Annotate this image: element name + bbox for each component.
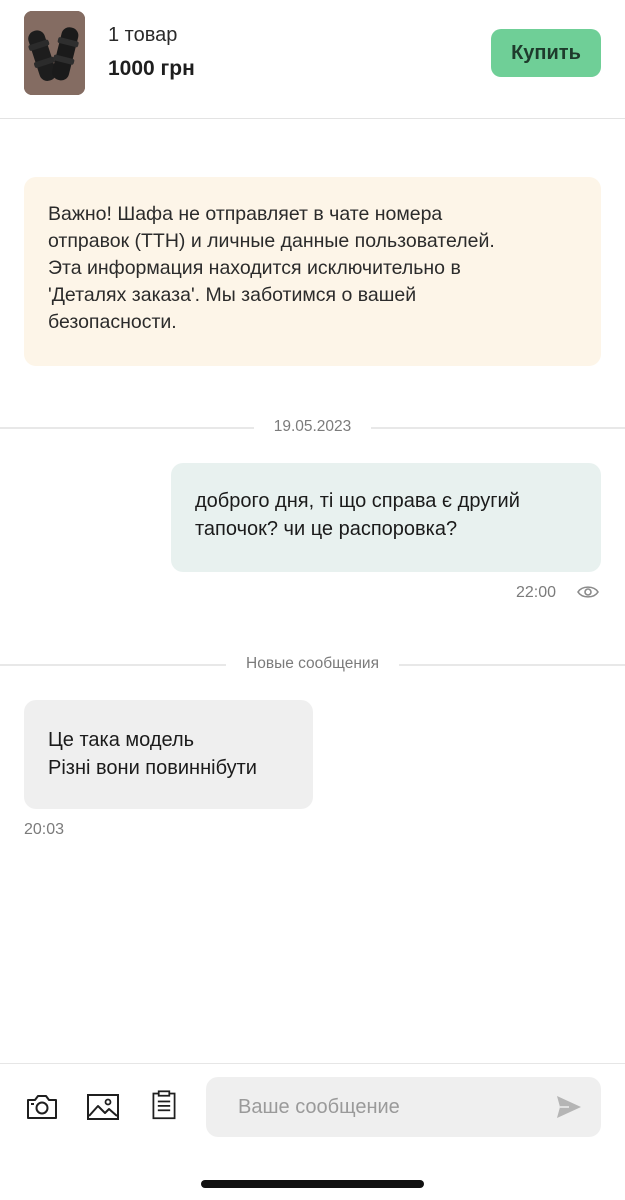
notice-line: Важно! Шафа не отправляет в чате номера — [48, 203, 443, 225]
notice-line: Эта информация находится исключительно в — [48, 257, 461, 279]
message-line: Різні вони повиннібути — [48, 757, 257, 779]
new-messages-label: Новые сообщения — [226, 655, 399, 672]
chat-screen: 1 товар 1000 грн Купить Важно! Шафа не о… — [0, 0, 625, 1200]
order-header: 1 товар 1000 грн Купить — [0, 0, 625, 119]
notice-line: безопасности. — [48, 311, 177, 333]
incoming-message[interactable]: Це така модель Різні вони повиннібути — [24, 700, 313, 809]
item-count: 1 товар — [108, 24, 178, 46]
notice-line: 'Деталях заказа'. Мы заботимся о вашей — [48, 284, 417, 306]
send-icon[interactable] — [555, 1094, 583, 1120]
camera-icon[interactable] — [25, 1092, 59, 1122]
outgoing-time: 22:00 — [516, 584, 557, 601]
product-thumbnail[interactable] — [24, 11, 85, 95]
image-icon[interactable] — [86, 1092, 120, 1122]
outgoing-message[interactable]: доброго дня, ті що справа є другий тапоч… — [171, 463, 601, 572]
date-label: 19.05.2023 — [253, 418, 372, 435]
eye-icon — [577, 586, 599, 598]
safety-notice: Важно! Шафа не отправляет в чате номера … — [24, 177, 601, 366]
date-divider: 19.05.2023 — [0, 416, 625, 440]
notice-line: отправок (ТТН) и личные данные пользоват… — [48, 230, 495, 252]
buy-button[interactable]: Купить — [491, 29, 601, 77]
home-indicator — [201, 1180, 424, 1188]
message-composer — [0, 1063, 625, 1200]
order-price: 1000 грн — [108, 57, 195, 80]
message-line: тапочок? чи це распоровка? — [195, 518, 458, 540]
message-line: Це така модель — [48, 729, 195, 751]
message-input[interactable] — [206, 1077, 601, 1137]
new-messages-divider: Новые сообщения — [0, 653, 625, 677]
clipboard-icon[interactable] — [147, 1090, 181, 1120]
message-line: доброго дня, ті що справа є другий — [195, 490, 520, 512]
incoming-time: 20:03 — [24, 821, 65, 838]
